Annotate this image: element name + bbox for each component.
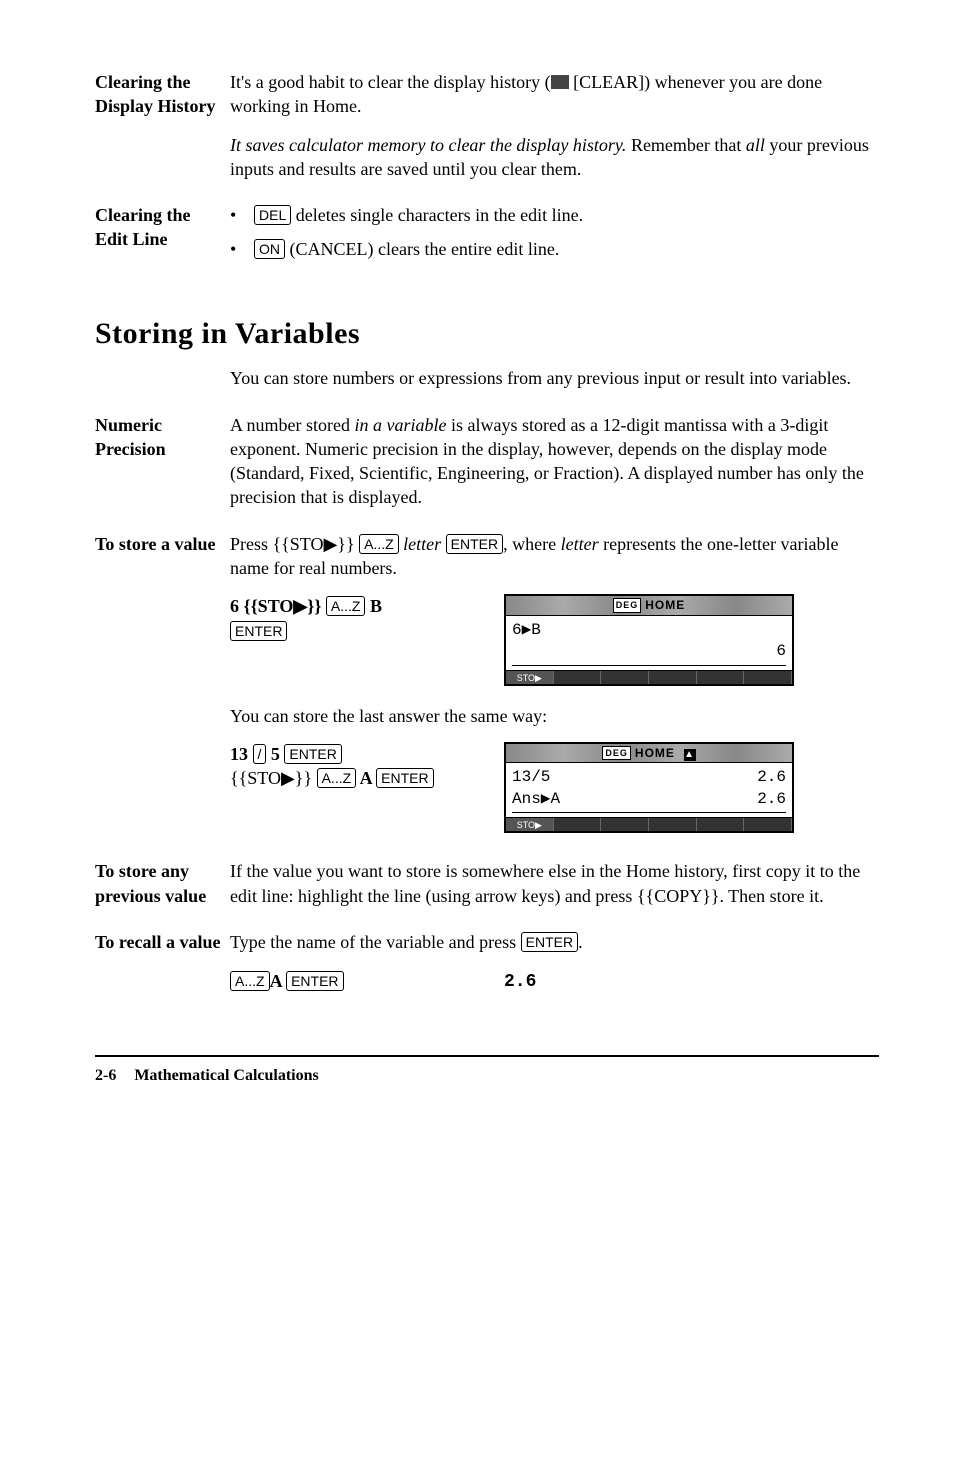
az-key: A...Z <box>230 971 270 991</box>
footer: 2-6 Mathematical Calculations <box>95 1065 879 1087</box>
example-store-ans-to-a: 13 / 5 ENTER {{STO▶}} A...Z A ENTER DEGH… <box>230 742 879 833</box>
side-label: To store any previous value <box>95 859 230 922</box>
screen-separator <box>512 665 786 666</box>
on-key: ON <box>254 239 285 259</box>
slash-key: / <box>253 744 267 764</box>
softkey <box>601 671 649 684</box>
screen-row: 6 <box>512 641 786 663</box>
section-clearing-display-history: Clearing the Display History It's a good… <box>95 70 879 195</box>
softkey: STO▶ <box>506 671 554 684</box>
side-label: Clearing the Display History <box>95 70 230 195</box>
section-clearing-edit-line: Clearing the Edit Line • DEL deletes sin… <box>95 203 879 272</box>
screen-row: 13/5 2.6 <box>512 767 786 789</box>
section-intro: You can store numbers or expressions fro… <box>95 366 879 404</box>
screen-row: Ans▶A 2.6 <box>512 789 786 811</box>
section-numeric-precision: Numeric Precision A number stored in a v… <box>95 413 879 524</box>
bullet-icon: • <box>230 203 254 227</box>
softkey <box>601 818 649 831</box>
enter-key: ENTER <box>521 932 578 952</box>
softkey: STO▶ <box>506 818 554 831</box>
bullet-item: • DEL deletes single characters in the e… <box>230 203 879 227</box>
az-key: A...Z <box>359 534 399 554</box>
softkey <box>649 818 697 831</box>
example-recall-a: A...ZA ENTER 2.6 <box>230 968 879 994</box>
screen-row: 6▶B <box>512 620 786 642</box>
screen-title-bar: DEGHOME <box>506 596 792 615</box>
deg-indicator: DEG <box>613 598 642 612</box>
page-number: 2-6 <box>95 1067 116 1084</box>
paragraph: It saves calculator memory to clear the … <box>230 133 879 182</box>
softkey <box>697 671 745 684</box>
paragraph: A number stored in a variable is always … <box>230 413 879 510</box>
calculator-screen: DEGHOME 6▶B 6 STO▶ <box>504 594 794 685</box>
side-label: To store a value <box>95 532 230 852</box>
screen-title-bar: DEGHOME ▲ <box>506 744 792 763</box>
del-key: DEL <box>254 205 291 225</box>
up-arrow-icon: ▲ <box>684 749 696 761</box>
calculator-screen: DEGHOME ▲ 13/5 2.6 Ans▶A 2.6 STO▶ <box>504 742 794 833</box>
heading-storing-in-variables: Storing in Variables <box>95 314 879 355</box>
enter-key: ENTER <box>376 768 433 788</box>
deg-indicator: DEG <box>602 746 631 760</box>
enter-key: ENTER <box>284 744 341 764</box>
softkey <box>697 818 745 831</box>
screen-softkey-menu: STO▶ <box>506 817 792 831</box>
paragraph: It's a good habit to clear the display h… <box>230 70 879 119</box>
softkey <box>554 671 602 684</box>
example-store-6-to-b: 6 {{STO▶}} A...Z B ENTER DEGHOME 6▶B <box>230 594 879 685</box>
bullet-item: • ON (CANCEL) clears the entire edit lin… <box>230 237 879 261</box>
paragraph: Type the name of the variable and press … <box>230 930 879 954</box>
footer-title: Mathematical Calculations <box>134 1067 318 1084</box>
softkey <box>554 818 602 831</box>
result-value: 2.6 <box>504 972 536 992</box>
softkey <box>744 671 792 684</box>
enter-key: ENTER <box>286 971 343 991</box>
section-recall-value: To recall a value Type the name of the v… <box>95 930 879 1013</box>
az-key: A...Z <box>326 596 366 616</box>
side-label: Clearing the Edit Line <box>95 203 230 272</box>
screen-separator <box>512 812 786 813</box>
footer-rule: 2-6 Mathematical Calculations <box>95 1055 879 1087</box>
paragraph: If the value you want to store is somewh… <box>230 859 879 908</box>
paragraph: Press {{STO▶}} A...Z letter ENTER, where… <box>230 532 879 581</box>
side-label: Numeric Precision <box>95 413 230 524</box>
enter-key: ENTER <box>230 621 287 641</box>
side-label: To recall a value <box>95 930 230 1013</box>
screen-softkey-menu: STO▶ <box>506 670 792 684</box>
shift-key-icon <box>551 75 569 89</box>
bullet-icon: • <box>230 237 254 261</box>
az-key: A...Z <box>317 768 357 788</box>
softkey <box>649 671 697 684</box>
section-store-any-previous: To store any previous value If the value… <box>95 859 879 922</box>
paragraph: You can store the last answer the same w… <box>230 704 879 728</box>
paragraph: You can store numbers or expressions fro… <box>230 366 879 390</box>
section-to-store-value: To store a value Press {{STO▶}} A...Z le… <box>95 532 879 852</box>
enter-key: ENTER <box>446 534 503 554</box>
softkey <box>744 818 792 831</box>
